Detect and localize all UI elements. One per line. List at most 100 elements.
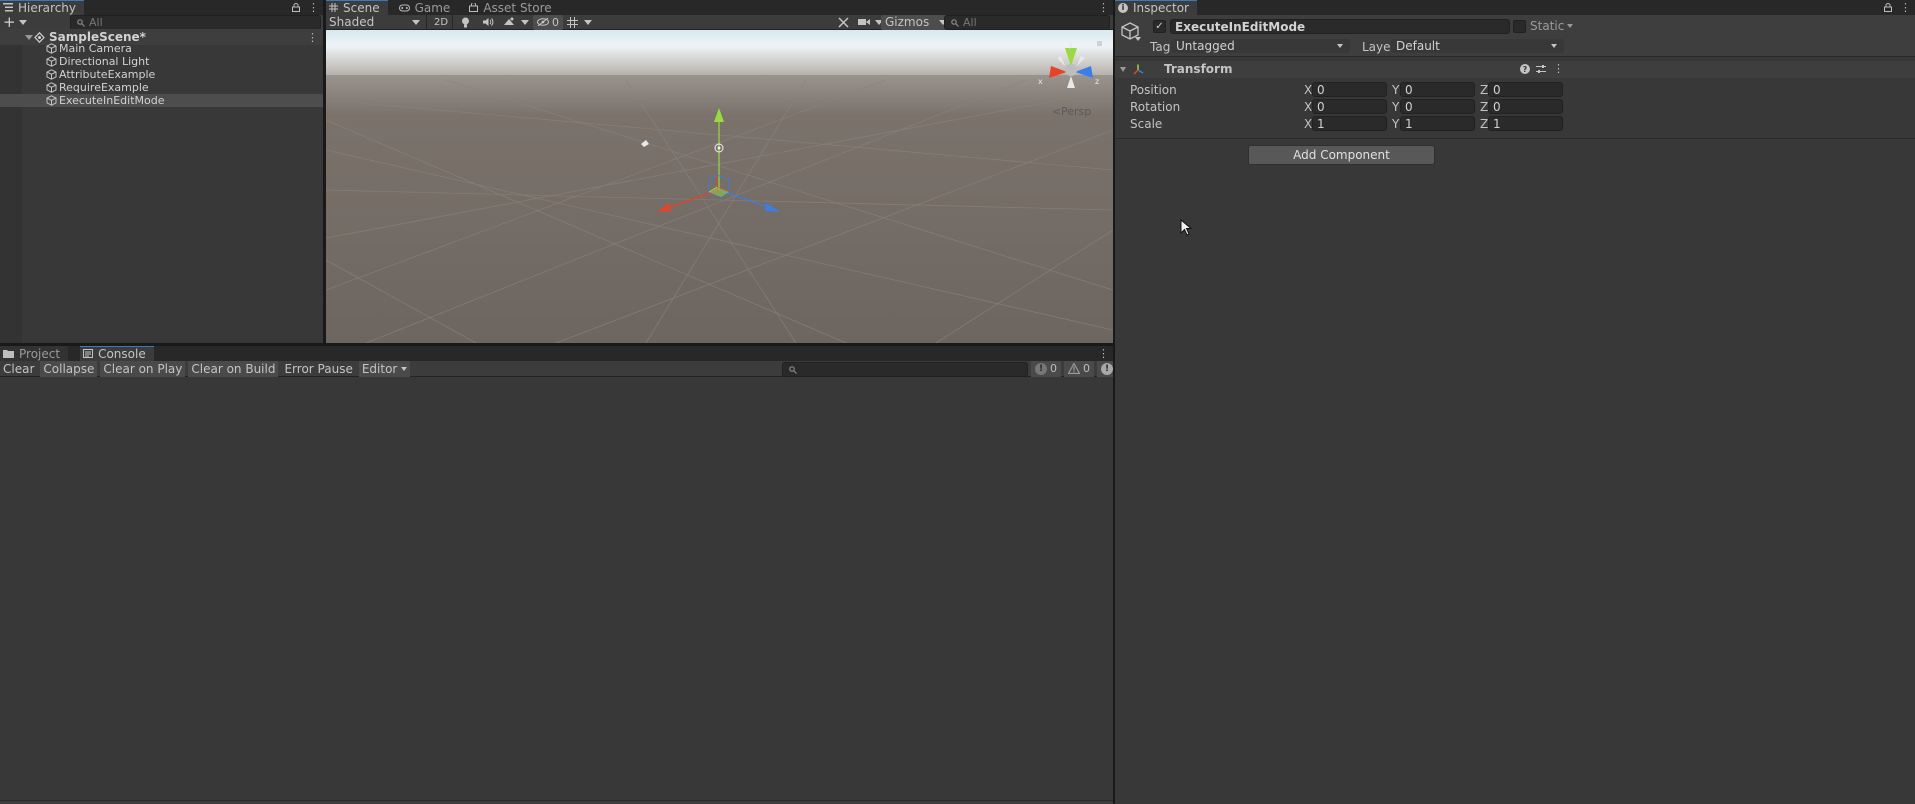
scene-search-input[interactable]: All xyxy=(944,15,1110,30)
axis-label-z[interactable]: Z xyxy=(1480,83,1488,97)
effects-dropdown[interactable] xyxy=(500,15,533,30)
warning-filter-toggle[interactable]: 0 xyxy=(1064,360,1094,377)
axis-label-x[interactable]: X xyxy=(1304,100,1312,114)
gizmo-lock-icon[interactable] xyxy=(1097,41,1102,46)
light-bulb-icon xyxy=(462,17,469,27)
hierarchy-tab-label: Hierarchy xyxy=(18,0,77,15)
grid-toggle[interactable] xyxy=(563,15,596,30)
tab-project-label: Project xyxy=(19,346,61,361)
hierarchy-item[interactable]: Main Camera xyxy=(0,42,323,55)
console-button-clear[interactable]: Clear xyxy=(0,361,37,377)
scene-tabbar: Scene Game Asset Store ⋮ xyxy=(326,0,1113,15)
gizmos-dropdown[interactable]: Gizmos xyxy=(881,14,952,30)
tag-dropdown[interactable]: Untagged xyxy=(1171,39,1350,53)
axis-label-z[interactable]: Z xyxy=(1480,117,1488,131)
console-button-clear-on-build[interactable]: Clear on Build xyxy=(188,360,279,377)
console-more-menu-icon[interactable]: ⋮ xyxy=(1098,347,1109,360)
icon-dropdown-caret[interactable] xyxy=(1135,37,1141,41)
active-checkbox[interactable]: ✓ xyxy=(1153,20,1166,33)
object-name-field[interactable]: ExecuteInEditMode xyxy=(1170,19,1510,34)
hierarchy-item[interactable]: ExecuteInEditMode xyxy=(0,94,323,107)
transform-scale-z-field[interactable]: 1 xyxy=(1488,116,1563,131)
axis-label-x[interactable]: X xyxy=(1304,117,1312,131)
hierarchy-item-label: AttributeExample xyxy=(59,68,156,81)
skybox xyxy=(326,30,1113,75)
error-filter-toggle[interactable]: ! 0 xyxy=(1097,360,1113,377)
hierarchy-search-input[interactable]: All xyxy=(70,15,321,30)
transform-position-x-field[interactable]: 0 xyxy=(1312,82,1387,97)
transform-position-y-field[interactable]: 0 xyxy=(1400,82,1475,97)
draw-mode-dropdown[interactable]: Shaded xyxy=(329,15,423,30)
tab-inspector[interactable]: i Inspector xyxy=(1115,0,1197,15)
hierarchy-item[interactable]: RequireExample xyxy=(0,81,323,94)
hierarchy-item-label: Directional Light xyxy=(59,55,150,68)
eye-slash-icon xyxy=(537,18,549,26)
axis-label-z[interactable]: Z xyxy=(1480,100,1488,114)
console-button-clear-on-play[interactable]: Clear on Play xyxy=(100,360,186,377)
scene-panel: Scene Game Asset Store ⋮ Shaded 2D 0 Giz… xyxy=(326,0,1113,343)
editor-dropdown[interactable]: Editor xyxy=(358,360,411,377)
console-button-collapse[interactable]: Collapse xyxy=(40,360,98,377)
transform-position-z-field[interactable]: 0 xyxy=(1488,82,1563,97)
gamepad-icon xyxy=(398,4,410,11)
lock-icon[interactable] xyxy=(292,3,300,12)
mouse-cursor-icon xyxy=(1180,219,1192,236)
console-icon xyxy=(83,349,94,358)
error-icon: ! xyxy=(1101,362,1113,375)
log-filter-toggle[interactable]: ! 0 xyxy=(1031,360,1061,377)
axis-label-y[interactable]: Y xyxy=(1392,100,1399,114)
console-button-error-pause[interactable]: Error Pause xyxy=(281,361,355,377)
effects-icon xyxy=(504,17,514,25)
gizmos-label: Gizmos xyxy=(885,15,930,29)
layer-dropdown[interactable]: Default xyxy=(1391,39,1564,53)
static-dropdown[interactable]: Static xyxy=(1530,19,1574,33)
static-checkbox[interactable] xyxy=(1513,20,1526,33)
foldout-arrow-icon[interactable] xyxy=(25,34,33,40)
inspector-more-menu-icon[interactable]: ⋮ xyxy=(1900,1,1911,14)
transform-rotation-y-field[interactable]: 0 xyxy=(1400,99,1475,114)
axis-label-x[interactable]: X xyxy=(1304,83,1312,97)
transform-rotation-x-field[interactable]: 0 xyxy=(1312,99,1387,114)
preset-sliders-icon[interactable] xyxy=(1536,64,1546,74)
transform-title: Transform xyxy=(1164,62,1233,76)
transform-row-label: Rotation xyxy=(1130,100,1181,114)
tab-project[interactable]: Project xyxy=(0,346,69,361)
scene-viewport[interactable]: y x z < Persp xyxy=(326,30,1113,343)
scene-canvas[interactable]: y x z < Persp xyxy=(326,30,1113,343)
transform-header[interactable]: Transform ? ⋮ xyxy=(1115,61,1915,78)
hierarchy-item[interactable]: AttributeExample xyxy=(0,68,323,81)
console-toolbar: Clear Collapse Clear on Play Clear on Build… xyxy=(0,360,1113,377)
create-dropdown[interactable]: + xyxy=(0,15,60,30)
static-label: Static xyxy=(1530,19,1565,33)
add-component-button[interactable]: Add Component xyxy=(1248,145,1435,165)
lock-icon[interactable] xyxy=(1884,3,1892,12)
console-panel: Project Console ⋮ Clear Collapse Clear on … xyxy=(0,346,1113,804)
axis-label-y[interactable]: Y xyxy=(1392,83,1399,97)
tab-console[interactable]: Console xyxy=(80,346,154,361)
axis-label-y[interactable]: Y xyxy=(1392,117,1399,131)
transform-scale-x-field[interactable]: 1 xyxy=(1312,116,1387,131)
help-icon[interactable]: ? xyxy=(1520,64,1530,74)
toggle-2d-button[interactable]: 2D xyxy=(430,15,452,30)
transform-row-label: Position xyxy=(1130,83,1177,97)
lighting-toggle[interactable] xyxy=(457,15,474,30)
gameobject-cube-icon xyxy=(46,95,57,106)
tools-button[interactable] xyxy=(834,15,853,30)
foldout-arrow-icon[interactable] xyxy=(1120,67,1126,72)
tab-asset-store-label: Asset Store xyxy=(483,0,552,15)
more-menu-icon[interactable]: ⋮ xyxy=(308,1,319,14)
projection-label[interactable]: Persp xyxy=(1061,105,1091,118)
tab-scene[interactable]: Scene xyxy=(326,0,388,15)
gameobject-cube-icon xyxy=(46,56,57,67)
console-log-area[interactable] xyxy=(0,378,1113,800)
audio-toggle[interactable] xyxy=(479,15,498,30)
scene-more-menu-icon[interactable]: ⋮ xyxy=(1098,1,1109,14)
transform-scale-y-field[interactable]: 1 xyxy=(1400,116,1475,131)
hidden-objects-toggle[interactable]: 0 xyxy=(533,14,563,30)
transform-component: Transform ? ⋮ Position X 0 Y 0 Z 0 Rotation X 0 Y 0… xyxy=(1115,61,1915,139)
console-search-input[interactable] xyxy=(782,362,1028,377)
hierarchy-item[interactable]: Directional Light xyxy=(0,55,323,68)
component-more-menu-icon[interactable]: ⋮ xyxy=(1553,62,1564,75)
transform-rotation-z-field[interactable]: 0 xyxy=(1488,99,1563,114)
tab-asset-store[interactable]: Asset Store xyxy=(466,0,559,15)
